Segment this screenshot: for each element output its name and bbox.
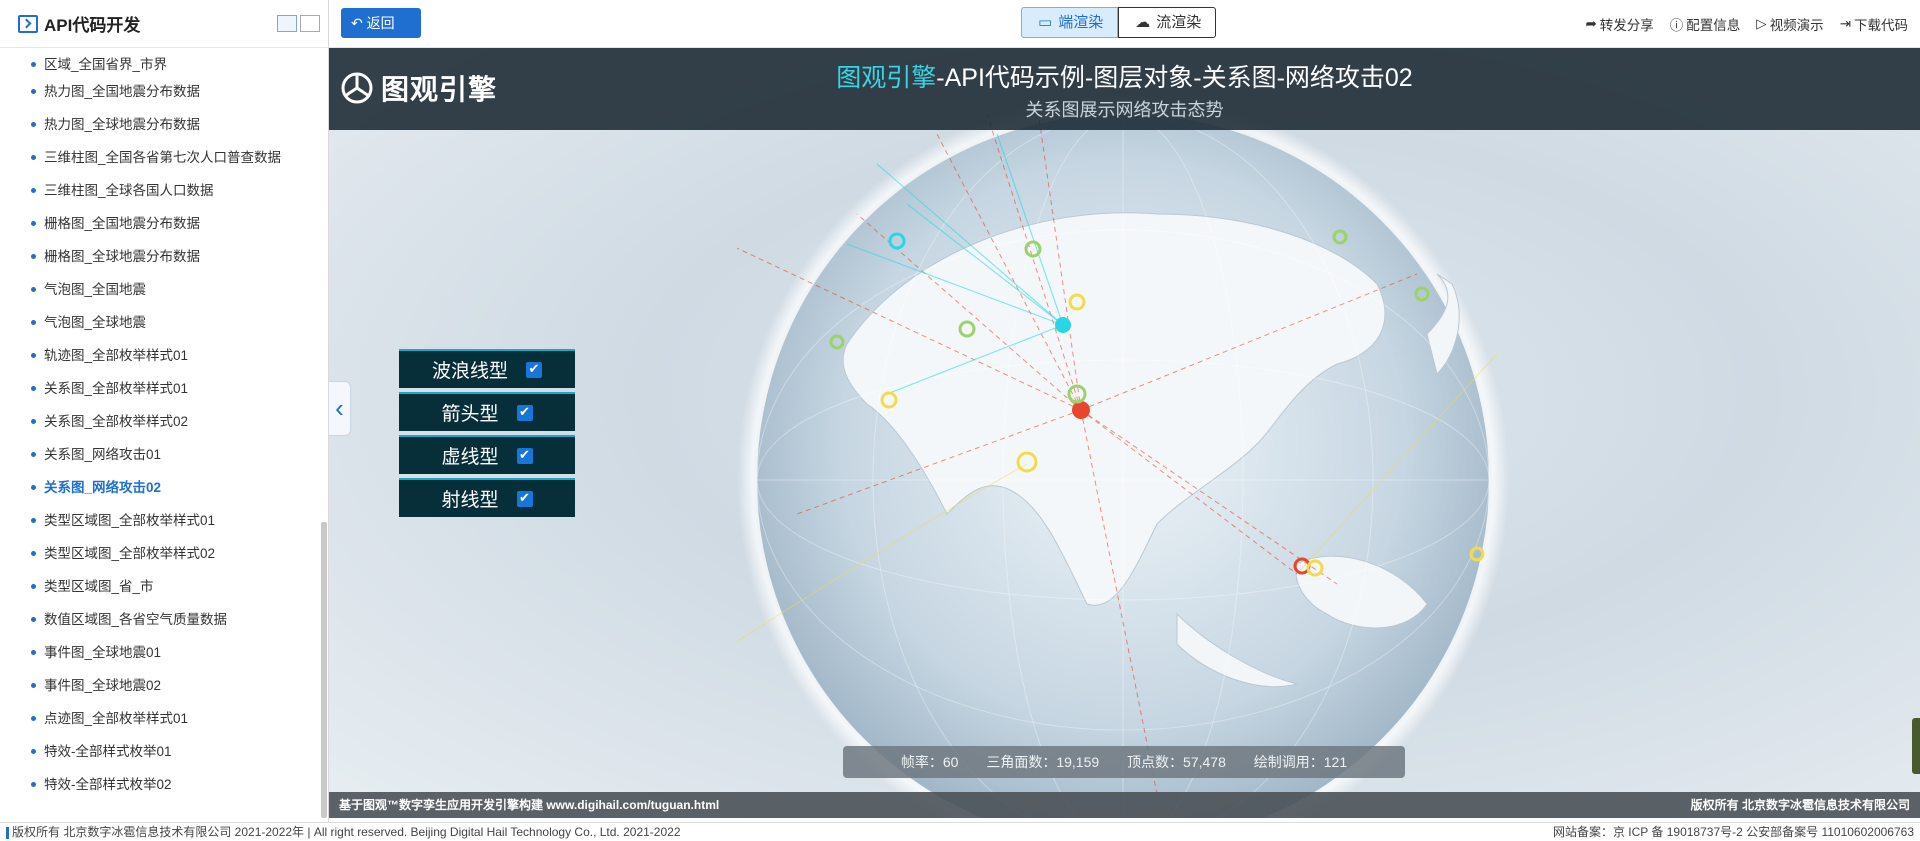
sidebar-item[interactable]: 三维柱图_全国各省第七次人口普查数据 <box>0 141 281 174</box>
share-icon: ➦ <box>1585 16 1597 31</box>
video-label: 视频演示 <box>1769 18 1824 33</box>
footer-icp: 网站备案：京 ICP 备 19018737号-2 公安部备案号 11010602… <box>1552 825 1914 839</box>
view-toggle <box>277 15 320 32</box>
sidebar-item[interactable]: 热力图_全国地震分布数据 <box>0 75 200 108</box>
line-type-arrow-toggle[interactable]: 箭头型 ✔ <box>399 392 575 431</box>
scene-footer-left: 基于图观™数字孪生应用开发引擎构建 www.digihail.com/tugua… <box>339 798 720 812</box>
cloud-icon: ☁ <box>1135 14 1151 31</box>
sidebar-item[interactable]: 栅格图_全球地震分布数据 <box>0 240 200 273</box>
target-node-red <box>1072 401 1090 419</box>
line-type-label: 射线型 <box>441 489 499 511</box>
stat-vertices: 顶点数：57,478 <box>1127 754 1226 770</box>
sidebar-item[interactable]: 特效-全部样式枚举02 <box>0 768 172 801</box>
sidebar-item[interactable]: 类型区域图_全部枚举样式02 <box>0 537 215 570</box>
line-type-label: 波浪线型 <box>431 360 508 382</box>
line-type-label: 虚线型 <box>441 446 499 468</box>
line-type-ray-toggle[interactable]: 射线型 ✔ <box>399 478 575 517</box>
stat-triangles: 三角面数：19,159 <box>986 754 1100 770</box>
scene-footer-right: 版权所有 北京数字冰雹信息技术有限公司 <box>1690 798 1910 812</box>
line-type-dashed-toggle[interactable]: 虚线型 ✔ <box>399 435 575 474</box>
sidebar-item[interactable]: 气泡图_全球地震 <box>0 306 146 339</box>
sidebar-item[interactable]: 栅格图_全国地震分布数据 <box>0 207 200 240</box>
globe-visualization[interactable] <box>737 94 1509 818</box>
sidebar-title: API代码开发 <box>44 16 141 35</box>
collapse-sidebar-button[interactable]: ‹ <box>329 381 351 436</box>
checkbox-checked-icon[interactable]: ✔ <box>516 490 533 507</box>
config-label: 配置信息 <box>1686 18 1741 33</box>
checkbox-checked-icon[interactable]: ✔ <box>526 361 542 378</box>
sidebar-item-active[interactable]: 关系图_网络攻击02 <box>0 471 161 504</box>
sidebar: API代码开发 … 区域_全国省界_市界 热力图_全国地震分布数据 热力图_全球… <box>0 0 329 822</box>
scene-title: 图观引擎-API代码示例-图层对象-关系图-网络攻击02 <box>329 58 1920 94</box>
stat-draw-calls: 绘制调用：121 <box>1253 754 1348 770</box>
download-label: 下载代码 <box>1854 18 1908 33</box>
chevron-left-icon: ‹ <box>335 393 344 423</box>
video-button[interactable]: ▷ 视频演示 <box>1756 14 1823 34</box>
client-render-button[interactable]: ▭ 端渲染 <box>1021 7 1119 38</box>
back-button[interactable]: ↶ 返回 <box>341 8 421 38</box>
monitor-icon: ▭ <box>1038 14 1053 31</box>
sidebar-item[interactable]: 点迹图_全部枚举样式01 <box>0 702 188 735</box>
render-stats-bar: 帧率：60 三角面数：19,159 顶点数：57,478 绘制调用：121 <box>843 746 1405 778</box>
stat-fps: 帧率：60 <box>900 754 959 770</box>
footer-accent <box>6 826 9 839</box>
share-label: 转发分享 <box>1599 18 1654 33</box>
image-view-icon[interactable] <box>300 15 320 32</box>
checkbox-checked-icon[interactable]: ✔ <box>516 447 533 464</box>
sidebar-item[interactable]: 事件图_全球地震02 <box>0 669 161 702</box>
sidebar-item[interactable]: 气泡图_全国地震 <box>0 273 146 306</box>
topbar: ↶ 返回 ▭ 端渲染 ☁ 流渲染 ➦ 转发分享 ⓘ 配置信息 ▷ 视频演示 ⇥ 下载代码 <box>329 0 1920 48</box>
sidebar-list: … 区域_全国省界_市界 热力图_全国地震分布数据 热力图_全球地震分布数据 三… <box>0 48 328 822</box>
sidebar-item[interactable]: 特效-全部样式枚举01 <box>0 735 172 768</box>
play-icon: ▷ <box>1756 16 1767 31</box>
config-button[interactable]: ⓘ 配置信息 <box>1670 14 1741 34</box>
page-footer: 版权所有 北京数字冰雹信息技术有限公司 2021-2022年 | All rig… <box>0 822 1920 841</box>
line-type-wave-toggle[interactable]: 波浪线型 ✔ <box>399 349 575 388</box>
render-mode-group: ▭ 端渲染 ☁ 流渲染 <box>1021 7 1217 38</box>
client-render-label: 端渲染 <box>1058 14 1104 31</box>
stream-render-button[interactable]: ☁ 流渲染 <box>1118 7 1217 38</box>
sidebar-item[interactable]: 关系图_网络攻击01 <box>0 438 161 471</box>
sidebar-item[interactable]: 轨迹图_全部枚举样式01 <box>0 339 188 372</box>
scene-title-rest: -API代码示例-图层对象-关系图-网络攻击02 <box>936 64 1413 92</box>
sidebar-item[interactable]: 类型区域图_省_市 <box>0 570 154 603</box>
checkbox-checked-icon[interactable]: ✔ <box>516 404 533 421</box>
footer-copyright: 版权所有 北京数字冰雹信息技术有限公司 2021-2022年 | All rig… <box>12 825 681 839</box>
render-viewport[interactable]: 图观引擎 图观引擎-API代码示例-图层对象-关系图-网络攻击02 关系图展示网… <box>329 48 1920 818</box>
side-panel-tab[interactable] <box>1912 718 1920 774</box>
sidebar-item[interactable]: 关系图_全部枚举样式01 <box>0 372 188 405</box>
download-icon: ⇥ <box>1839 16 1851 31</box>
back-button-label: 返回 <box>366 15 395 31</box>
sidebar-item[interactable]: 热力图_全球地震分布数据 <box>0 108 200 141</box>
line-type-panel: 波浪线型 ✔ 箭头型 ✔ 虚线型 ✔ 射线型 ✔ <box>399 349 575 521</box>
download-button[interactable]: ⇥ 下载代码 <box>1840 14 1908 34</box>
terminal-icon <box>18 14 38 33</box>
source-node-cyan <box>1055 317 1071 333</box>
line-type-label: 箭头型 <box>441 403 499 425</box>
sidebar-item[interactable]: 类型区域图_全部枚举样式01 <box>0 504 215 537</box>
sidebar-item[interactable]: 事件图_全球地震01 <box>0 636 161 669</box>
scene-title-brand: 图观引擎 <box>836 64 937 92</box>
sidebar-header: API代码开发 <box>0 0 328 48</box>
top-actions: ➦ 转发分享 ⓘ 配置信息 ▷ 视频演示 ⇥ 下载代码 <box>1585 0 1908 48</box>
info-icon: ⓘ <box>1669 18 1684 33</box>
grid-view-icon[interactable] <box>277 15 297 32</box>
stream-render-label: 流渲染 <box>1156 14 1202 31</box>
back-arrow-icon: ↶ <box>351 15 363 31</box>
scene-footer: 基于图观™数字孪生应用开发引擎构建 www.digihail.com/tugua… <box>329 792 1920 818</box>
sidebar-scrollbar[interactable] <box>321 522 327 818</box>
sidebar-item[interactable]: 三维柱图_全球各国人口数据 <box>0 174 214 207</box>
scene-subtitle: 关系图展示网络攻击态势 <box>1025 100 1224 120</box>
sidebar-item[interactable]: 关系图_全部枚举样式02 <box>0 405 188 438</box>
share-button[interactable]: ➦ 转发分享 <box>1585 14 1653 34</box>
sidebar-item[interactable]: 数值区域图_各省空气质量数据 <box>0 603 227 636</box>
